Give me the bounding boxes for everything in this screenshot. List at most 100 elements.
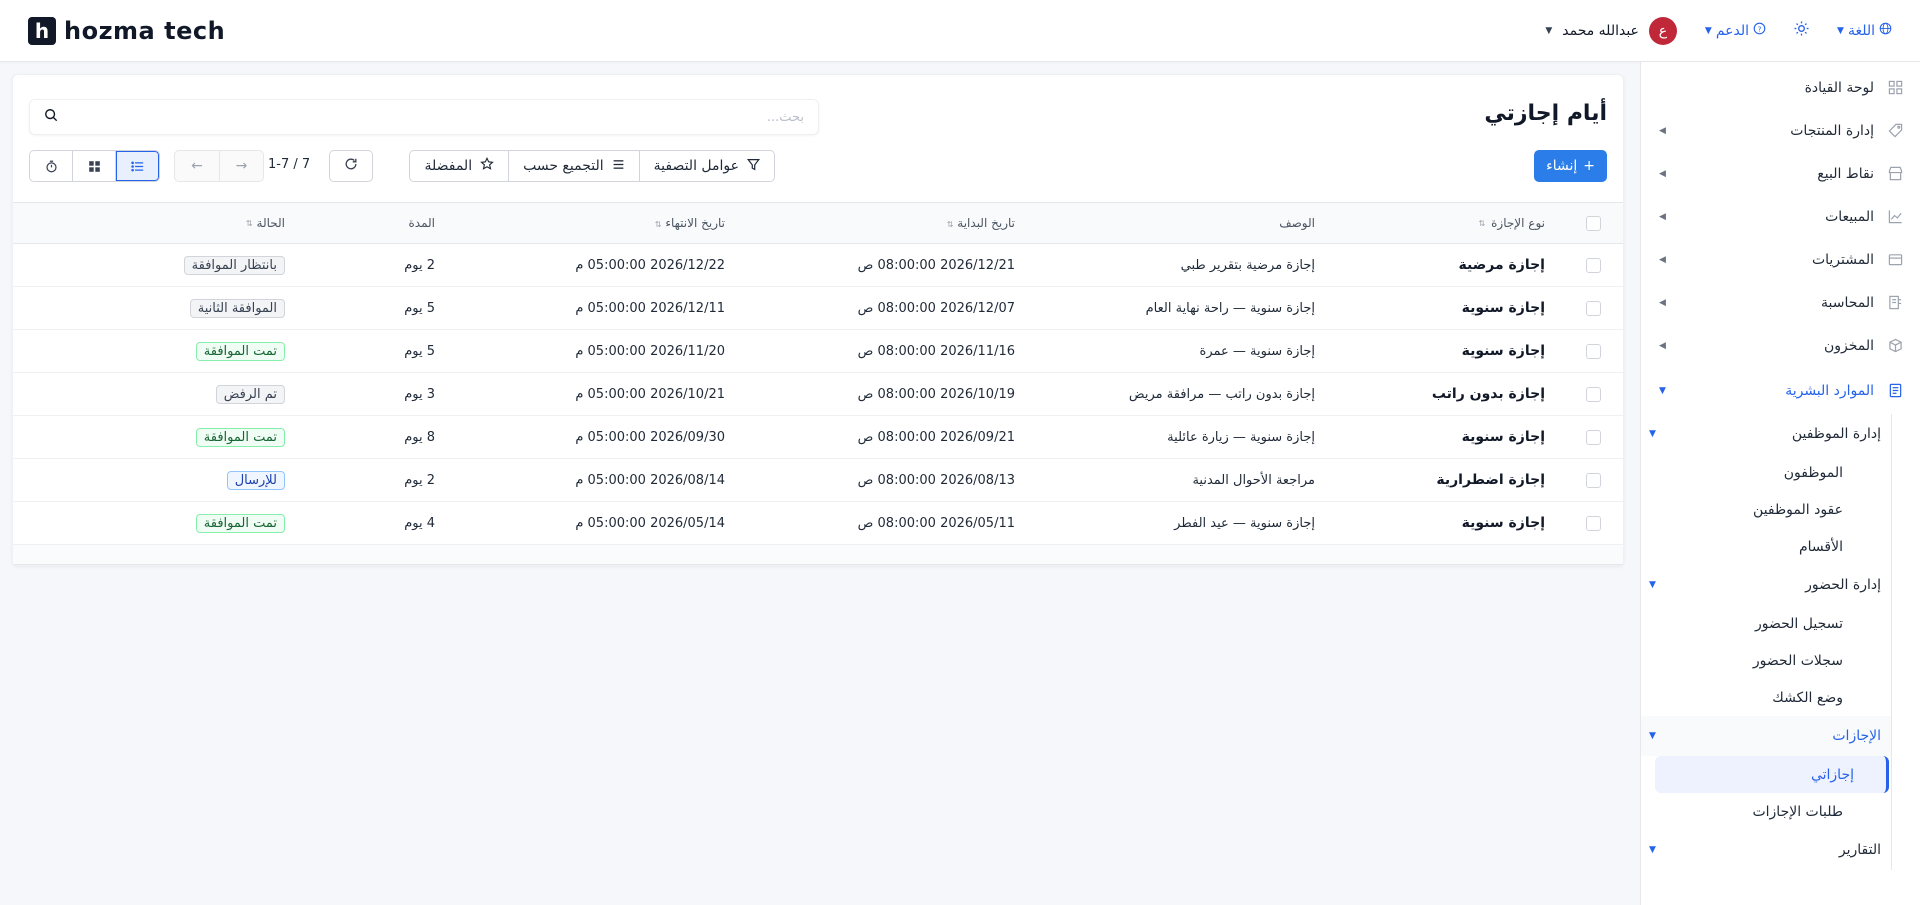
caret-left-icon: ◀ xyxy=(1659,211,1666,222)
user-menu[interactable]: ▼ عبدالله محمد ع xyxy=(1545,16,1677,45)
caret-down-icon: ▼ xyxy=(1649,845,1656,855)
sidebar-item-employees[interactable]: الموظفون xyxy=(1641,454,1891,491)
sidebar-item-products[interactable]: إدارة المنتجات ◀ xyxy=(1641,109,1920,152)
chevron-down-icon: ▼ xyxy=(1704,25,1712,36)
favorites-button[interactable]: المفضلة xyxy=(410,151,508,181)
caret-left-icon: ◀ xyxy=(1659,340,1666,351)
sidebar-item-attendance-records[interactable]: سجلات الحضور xyxy=(1641,642,1891,679)
brand-logo[interactable]: h hozma tech xyxy=(28,16,225,45)
row-checkbox[interactable] xyxy=(1585,472,1601,488)
table-row[interactable]: إجازة سنوية إجازة سنوية — عيد الفطر 2026… xyxy=(13,502,1623,545)
search-icon[interactable] xyxy=(44,108,58,126)
sidebar-item-pos[interactable]: نقاط البيع ◀ xyxy=(1641,152,1920,195)
status-badge: تمت الموافقة xyxy=(195,341,285,361)
sidebar-group-label: إدارة الحضور xyxy=(1805,577,1881,593)
sidebar-item-label: المشتريات xyxy=(1811,251,1874,268)
row-checkbox[interactable] xyxy=(1585,300,1601,316)
search-bar[interactable] xyxy=(29,99,819,135)
leave-end: 2026/10/21 05:00:00 م xyxy=(575,386,725,402)
caret-left-icon: ◀ xyxy=(1659,168,1666,179)
leave-type: إجازة سنوية xyxy=(1461,343,1545,359)
language-menu[interactable]: ▼ اللغة xyxy=(1837,22,1892,39)
wallet-icon xyxy=(1886,251,1904,269)
table-row[interactable]: إجازة سنوية إجازة سنوية — راحة نهاية الع… xyxy=(13,287,1623,330)
sidebar-item-dashboard[interactable]: لوحة القيادة xyxy=(1641,66,1920,109)
sort-icon: ⇅ xyxy=(946,220,954,229)
leave-description: إجازة سنوية — راحة نهاية العام xyxy=(1145,300,1315,316)
sidebar: لوحة القيادة إدارة المنتجات ◀ نقاط البيع… xyxy=(1640,62,1920,905)
filter-toolbar: عوامل التصفية التجميع حسب المفضلة xyxy=(409,150,775,182)
leave-type: إجازة مرضية xyxy=(1458,257,1545,273)
sidebar-item-label: المخزون xyxy=(1823,337,1874,354)
column-label: نوع الإجازة xyxy=(1491,216,1545,230)
leave-description: إجازة سنوية — زيارة عائلية xyxy=(1167,429,1315,445)
sort-icon: ⇅ xyxy=(1478,218,1486,228)
support-menu[interactable]: ▼ الدعم ? xyxy=(1705,22,1766,39)
filters-button[interactable]: عوامل التصفية xyxy=(638,151,774,181)
list-icon xyxy=(612,158,625,175)
refresh-button[interactable] xyxy=(329,150,373,182)
sidebar-item-kiosk-mode[interactable]: وضع الكشك xyxy=(1641,679,1891,716)
caret-down-icon: ▼ xyxy=(1649,580,1656,590)
table-row[interactable]: إجازة سنوية إجازة سنوية — عمرة 2026/11/1… xyxy=(13,330,1623,373)
table-row[interactable]: إجازة اضطرارية مراجعة الأحوال المدنية 20… xyxy=(13,459,1623,502)
column-label: تاريخ البداية xyxy=(957,216,1015,230)
search-input[interactable] xyxy=(104,109,804,125)
leave-start: 2026/05/11 08:00:00 ص xyxy=(857,515,1015,531)
list-view-button[interactable] xyxy=(116,151,159,181)
prev-page-button[interactable]: ← xyxy=(175,151,219,181)
row-checkbox[interactable] xyxy=(1585,343,1601,359)
leave-end: 2026/08/14 05:00:00 م xyxy=(575,472,725,488)
leave-description: إجازة مرضية بتقرير طبي xyxy=(1180,257,1315,273)
table-row[interactable]: إجازة مرضية إجازة مرضية بتقرير طبي 2026/… xyxy=(13,244,1623,287)
sidebar-group-attendance[interactable]: إدارة الحضور ▼ xyxy=(1641,565,1891,605)
select-all-cell xyxy=(1563,215,1623,231)
row-checkbox[interactable] xyxy=(1585,515,1601,531)
column-header-start[interactable]: تاريخ البداية ⇅ xyxy=(743,216,1033,230)
status-badge: بانتظار الموافقة xyxy=(183,255,285,275)
leave-description: إجازة سنوية — عمرة xyxy=(1199,343,1315,359)
table-row[interactable]: إجازة سنوية إجازة سنوية — زيارة عائلية 2… xyxy=(13,416,1623,459)
create-button[interactable]: + إنشاء xyxy=(1534,150,1607,182)
leave-type: إجازة بدون راتب xyxy=(1431,386,1545,402)
table-header: نوع الإجازة ⇅ الوصف تاريخ البداية ⇅ تاريخ… xyxy=(13,203,1623,244)
column-header-type[interactable]: نوع الإجازة ⇅ xyxy=(1333,216,1563,230)
row-checkbox[interactable] xyxy=(1585,386,1601,402)
sun-icon[interactable] xyxy=(1794,21,1809,40)
sidebar-group-leaves[interactable]: الإجازات ▼ xyxy=(1641,716,1891,756)
timer-view-button[interactable] xyxy=(30,151,73,181)
kanban-view-button[interactable] xyxy=(73,151,116,181)
table-row[interactable]: إجازة بدون راتب إجازة بدون راتب — مرافقة… xyxy=(13,373,1623,416)
leave-type: إجازة سنوية xyxy=(1461,515,1545,531)
sidebar-group-employees[interactable]: إدارة الموظفين ▼ xyxy=(1641,414,1891,454)
next-page-button[interactable]: → xyxy=(219,151,263,181)
sidebar-item-accounting[interactable]: المحاسبة ◀ xyxy=(1641,281,1920,324)
star-icon xyxy=(480,156,494,175)
leave-duration: 2 يوم xyxy=(404,257,435,273)
leave-duration: 3 يوم xyxy=(404,386,435,402)
column-header-description: الوصف xyxy=(1033,216,1333,230)
select-all-checkbox[interactable] xyxy=(1585,215,1601,231)
groupby-button[interactable]: التجميع حسب xyxy=(508,151,639,181)
sidebar-item-contracts[interactable]: عقود الموظفين xyxy=(1641,491,1891,528)
row-checkbox[interactable] xyxy=(1585,429,1601,445)
chevron-down-icon: ▼ xyxy=(1545,25,1553,36)
leave-end: 2026/12/22 05:00:00 م xyxy=(575,257,725,273)
sidebar-item-my-leaves[interactable]: إجازاتي xyxy=(1655,756,1889,793)
sidebar-item-check-in[interactable]: تسجيل الحضور xyxy=(1641,605,1891,642)
row-checkbox[interactable] xyxy=(1585,257,1601,273)
sidebar-item-inventory[interactable]: المخزون ◀ xyxy=(1641,324,1920,367)
column-header-status[interactable]: الحالة ⇅ xyxy=(13,216,303,230)
column-header-end[interactable]: تاريخ الانتهاء ⇅ xyxy=(453,216,743,230)
caret-left-icon: ◀ xyxy=(1659,254,1666,265)
plus-icon: + xyxy=(1583,158,1595,174)
sidebar-group-reports[interactable]: التقارير ▼ xyxy=(1641,830,1891,870)
sidebar-item-purchases[interactable]: المشتريات ◀ xyxy=(1641,238,1920,281)
grid-icon xyxy=(1886,79,1904,97)
leave-start: 2026/10/19 08:00:00 ص xyxy=(857,386,1015,402)
column-label: الوصف xyxy=(1279,216,1315,230)
sidebar-item-hr[interactable]: الموارد البشرية ▼ xyxy=(1641,367,1920,414)
sidebar-item-sales[interactable]: المبيعات ◀ xyxy=(1641,195,1920,238)
sidebar-item-departments[interactable]: الأقسام xyxy=(1641,528,1891,565)
sidebar-item-leave-requests[interactable]: طلبات الإجازات xyxy=(1641,793,1891,830)
